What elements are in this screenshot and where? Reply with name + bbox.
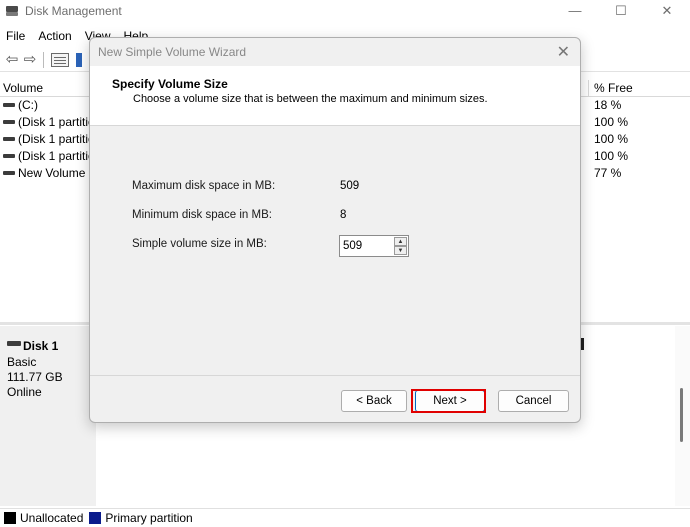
volume-icon <box>3 171 15 175</box>
window-controls: — ☐ ✕ <box>552 0 690 22</box>
back-arrow-icon[interactable]: ⇦ <box>3 51 21 68</box>
volume-free: 77 % <box>594 166 622 180</box>
disk-management-icon <box>5 4 19 18</box>
page-subtitle: Choose a volume size that is between the… <box>133 93 488 105</box>
window-title: Disk Management <box>25 4 122 18</box>
volume-icon <box>3 137 15 141</box>
next-button-highlight <box>411 389 486 413</box>
dialog-header: Specify Volume Size Choose a volume size… <box>90 66 580 126</box>
window-titlebar: Disk Management — ☐ ✕ <box>0 0 690 22</box>
spin-down-icon[interactable]: ▼ <box>394 246 407 255</box>
spin-up-icon[interactable]: ▲ <box>394 237 407 246</box>
cancel-button[interactable]: Cancel <box>498 390 569 412</box>
primary-swatch <box>89 512 102 524</box>
wizard-dialog: New Simple Volume Wizard ✕ Specify Volum… <box>89 37 581 423</box>
volume-icon <box>3 154 15 158</box>
help-icon[interactable] <box>76 52 82 67</box>
volume-free: 18 % <box>594 98 622 112</box>
dialog-footer-divider <box>90 375 580 376</box>
max-size-value: 509 <box>340 180 360 192</box>
toolbar-divider <box>43 51 44 68</box>
volume-size-input[interactable] <box>341 237 393 255</box>
properties-icon[interactable] <box>51 52 69 67</box>
dialog-close-icon[interactable]: ✕ <box>557 42 570 62</box>
volume-icon <box>3 120 15 124</box>
dialog-title: New Simple Volume Wizard <box>98 45 247 59</box>
volume-free: 100 % <box>594 115 629 129</box>
unallocated-swatch <box>4 512 16 524</box>
volume-name: (C:) <box>18 98 38 112</box>
maximize-button[interactable]: ☐ <box>598 0 644 22</box>
column-volume[interactable]: Volume <box>3 81 43 95</box>
menu-action[interactable]: Action <box>32 29 78 43</box>
volume-name: New Volume ( <box>18 166 93 180</box>
volume-icon <box>3 103 15 107</box>
page-title: Specify Volume Size <box>112 77 228 91</box>
legend-primary: Primary partition <box>105 511 193 525</box>
disk-info-card[interactable]: Disk 1 Basic 111.77 GB Online <box>0 326 96 506</box>
disk-type: Basic <box>7 355 37 369</box>
scrollbar-thumb[interactable] <box>680 388 683 442</box>
minimize-button[interactable]: — <box>552 0 598 22</box>
min-size-value: 8 <box>340 209 347 221</box>
legend: Unallocated Primary partition <box>0 508 690 527</box>
dialog-titlebar: New Simple Volume Wizard ✕ <box>90 38 580 66</box>
legend-unallocated: Unallocated <box>20 511 84 525</box>
volume-size-label: Simple volume size in MB: <box>132 238 267 250</box>
disk-status: Online <box>7 385 42 399</box>
max-size-label: Maximum disk space in MB: <box>132 180 276 192</box>
vertical-scrollbar[interactable] <box>675 326 690 506</box>
disk-icon <box>7 341 21 346</box>
min-size-label: Minimum disk space in MB: <box>132 209 272 221</box>
back-button[interactable]: < Back <box>341 390 407 412</box>
volume-free: 100 % <box>594 132 629 146</box>
disk-name: Disk 1 <box>23 339 59 353</box>
forward-arrow-icon[interactable]: ⇨ <box>21 51 39 68</box>
disk-size: 111.77 GB <box>7 370 63 384</box>
disk-header: Disk 1 <box>7 339 58 353</box>
volume-free: 100 % <box>594 149 629 163</box>
menu-file[interactable]: File <box>0 29 32 43</box>
column-free[interactable]: % Free <box>588 80 690 97</box>
close-button[interactable]: ✕ <box>644 0 690 22</box>
volume-size-stepper: ▲ ▼ <box>339 235 409 257</box>
